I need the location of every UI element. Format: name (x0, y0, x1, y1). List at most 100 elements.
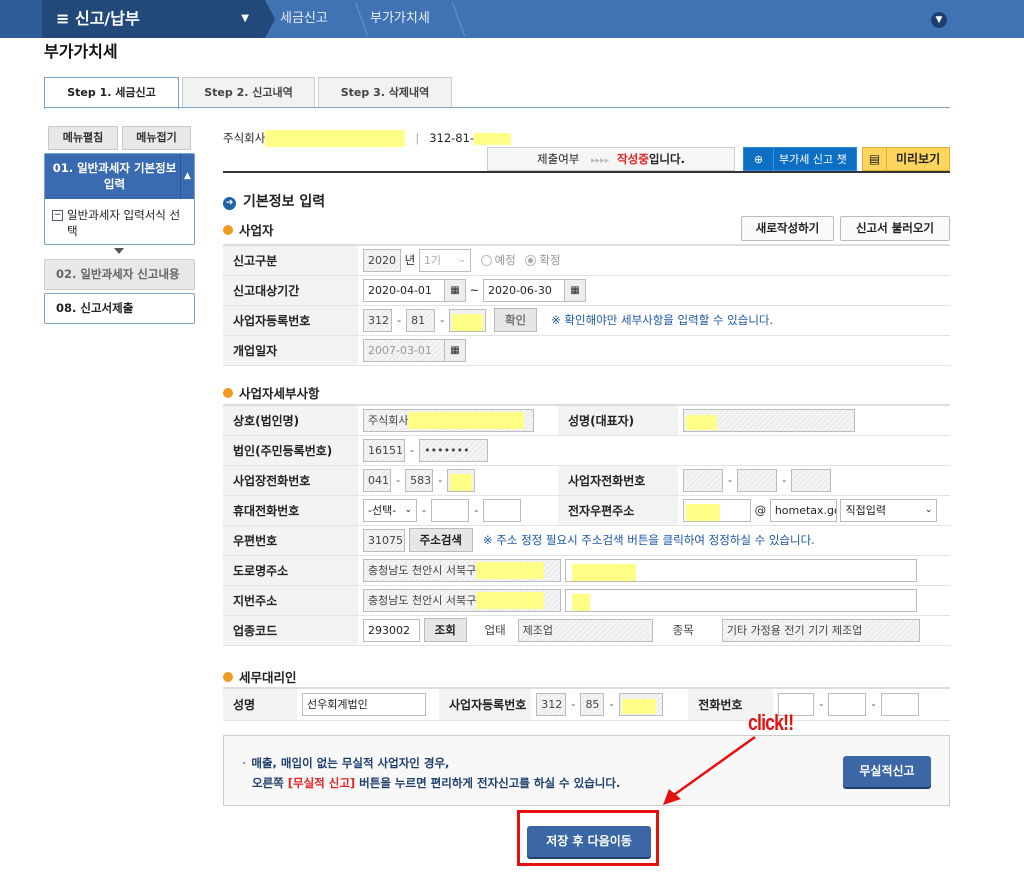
mobile-part3[interactable] (483, 498, 522, 522)
table-row: 성명 선우회계법인 사업자등록번호 312-85- 전화번호 - - (223, 688, 950, 721)
redacted (265, 130, 406, 147)
bullet-icon (223, 225, 233, 235)
tel-part2: 583 (405, 468, 434, 492)
radio-preliminary[interactable] (480, 254, 492, 266)
menu-label: ≡ 신고/납부 (56, 9, 140, 28)
agent-name-input[interactable]: 선우회계법인 (302, 692, 426, 716)
detail-table: 상호(법인명) 주식회사 성명(대표자) 법인(주민등록번호)161511-•••… (223, 404, 950, 646)
breadcrumb-tax-report[interactable]: 세금신고 (280, 0, 328, 38)
notice-highlight: [무실적 신고] (287, 776, 356, 790)
sidebar-subitem-form-select[interactable]: − 일반과세자 입력서식 선택 (45, 199, 194, 239)
redacted (450, 474, 473, 491)
chevron-up-icon[interactable]: ▲ (180, 154, 194, 199)
tab-step2[interactable]: Step 2. 신고내역 (182, 77, 315, 108)
mobile-prefix-select[interactable]: -선택- ⌄ (363, 498, 417, 522)
calendar-icon[interactable]: ▦ (444, 278, 466, 302)
label: 전자우편주소 (558, 495, 678, 526)
breadcrumb-separator (265, 0, 275, 38)
menu-dropdown[interactable]: ≡ 신고/납부 ▼ (42, 0, 265, 38)
status-value: 작성중 (617, 152, 649, 166)
label: 신고구분 (223, 245, 358, 276)
sidebar-item-report-content[interactable]: 02. 일반과세자 신고내용 (44, 259, 195, 290)
load-report-button[interactable]: 신고서 불러오기 (840, 216, 950, 241)
address-search-button[interactable]: 주소검색 (408, 528, 473, 552)
label: 업종코드 (223, 615, 358, 646)
page-title: 부가가치세 (44, 42, 118, 61)
table-row: 업종코드 293002 조회 업태 제조업 종목 기타 가정용 전기 기기 제조업 (223, 615, 950, 646)
company-prefix: 주식회사 (223, 131, 266, 145)
calendar-icon[interactable]: ▦ (563, 278, 586, 302)
agent-tel-part2[interactable] (828, 692, 867, 716)
chevron-down-icon[interactable]: ▼ (931, 12, 947, 28)
zip-note: ※ 주소 정정 필요시 주소검색 버튼을 클릭하여 정정하실 수 있습니다. (482, 532, 815, 547)
redacted (452, 314, 484, 331)
new-write-button[interactable]: 새로작성하기 (741, 216, 834, 241)
radio-label: 확정 (539, 252, 561, 267)
agent-tel-part3[interactable] (880, 692, 919, 716)
table-row: 신고대상기간 2020-04-01 ▦ ~ 2020-06-30 ▦ (223, 275, 950, 306)
email-domain-select[interactable]: 직접입력 ⌄ (840, 498, 938, 522)
label: 상호(법인명) (223, 405, 358, 436)
regno-note: ※ 확인해야만 세부사항을 입력할 수 있습니다. (551, 312, 774, 327)
business-type-label: 업태 (484, 622, 506, 637)
period-from-input[interactable]: 2020-04-01 (363, 278, 445, 302)
status-label: 제출여부 (537, 152, 580, 166)
preview-label: 미리보기 (896, 152, 941, 166)
biztel-part1[interactable] (683, 468, 723, 492)
menu-expand-button[interactable]: 메뉴펼침 (48, 126, 118, 150)
status-suffix: 입니다. (648, 152, 685, 166)
business-number: 312-81- (429, 131, 475, 145)
redacted (476, 562, 545, 579)
notice-line2a: 오른쪽 (252, 776, 288, 790)
email-domain-input[interactable]: hometax.go (769, 498, 837, 522)
agent-regno-part1: 312 (536, 692, 567, 716)
road-address-input: 충청남도 천안시 서북구 (363, 558, 561, 582)
tab-step1[interactable]: Step 1. 세금신고 (44, 77, 179, 109)
road-address-detail-input[interactable] (564, 558, 917, 582)
redacted (686, 504, 720, 521)
calendar-icon[interactable]: ▦ (444, 338, 466, 362)
redacted (621, 699, 656, 715)
year-input: 2020 (363, 248, 401, 272)
chevron-down-icon: ⌄ (458, 254, 466, 265)
label: 신고대상기간 (223, 275, 358, 306)
biz-table: 신고구분 2020 년 1기 ⌄ 예정 확정 신고대상기간 2020-04-01 ▦… (223, 244, 950, 366)
label: 우편번호 (223, 525, 358, 556)
tilde: ~ (469, 282, 480, 297)
notice-line2c: 버튼을 누르면 편리하게 전자신고를 하실 수 있습니다. (355, 776, 621, 790)
chatbot-button[interactable]: ⊕ 부가세 신고 챗봇 (743, 147, 857, 190)
mobile-prefix-value: -선택- (368, 503, 397, 517)
tab-step3[interactable]: Step 3. 삭제내역 (318, 77, 452, 108)
industry-code-input[interactable]: 293002 (363, 618, 420, 642)
email-id-input[interactable] (683, 498, 751, 522)
sidebar-item-submit[interactable]: 08. 신고서제출 (44, 293, 195, 324)
preview-button[interactable]: ▤ 미리보기 (862, 147, 950, 171)
corp-no-part2: ••••••• (419, 438, 489, 462)
sidebar-item-basic-info[interactable]: 01. 일반과세자 기본정보 입력 ▲ (45, 154, 194, 199)
confirm-button[interactable]: 확인 (493, 308, 538, 332)
biztel-part2[interactable] (737, 468, 778, 492)
breadcrumb-vat[interactable]: 부가가치세 (370, 0, 430, 38)
no-activity-report-button[interactable]: 무실적신고 (843, 756, 931, 787)
biztel-part3[interactable] (791, 468, 832, 492)
save-and-next-button[interactable]: 저장 후 다음이동 (527, 826, 651, 857)
top-nav-bar: ≡ 신고/납부 ▼ 세금신고 부가가치세 ▼ (0, 0, 1024, 38)
table-row: 사업장전화번호 041-583- 사업자전화번호 - - (223, 465, 950, 496)
menu-collapse-button[interactable]: 메뉴접기 (122, 126, 191, 150)
lot-address-input: 충청남도 천안시 서북구 (363, 588, 561, 612)
subsection-detail: 사업자세부사항 (223, 383, 320, 402)
term-select[interactable]: 1기 ⌄ (418, 248, 471, 272)
lot-address-detail-input[interactable] (564, 588, 917, 612)
industry-lookup-button[interactable]: 조회 (423, 618, 467, 642)
mobile-part2[interactable] (431, 498, 470, 522)
chevron-down-icon: ⌄ (404, 504, 412, 515)
subsection-title: 사업자세부사항 (239, 386, 320, 401)
road-address-text: 충청남도 천안시 서북구 (368, 563, 477, 577)
arrow-right-circle-icon: ➜ (223, 197, 236, 210)
at-sign: @ (754, 502, 767, 517)
radio-final[interactable] (525, 254, 537, 266)
agent-table: 성명 선우회계법인 사업자등록번호 312-85- 전화번호 - - (223, 687, 950, 721)
period-to-input[interactable]: 2020-06-30 (482, 278, 565, 302)
radio-label: 예정 (494, 252, 516, 267)
step1-label: 01. 일반과세자 기본정보 입력 (52, 161, 177, 191)
